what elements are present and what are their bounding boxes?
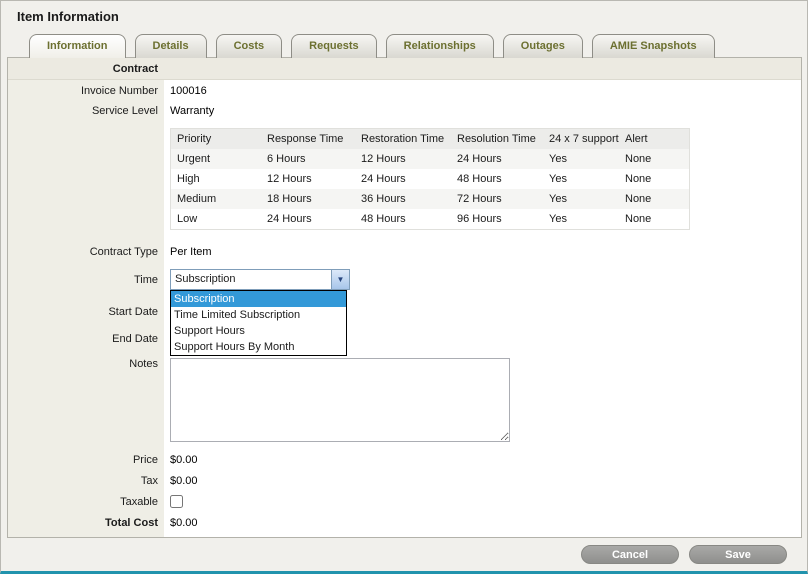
chevron-down-icon[interactable]: ▼: [331, 270, 349, 289]
service-level-row: Service Level Warranty: [8, 105, 801, 117]
table-cell: Low: [171, 209, 261, 229]
tax-value: $0.00: [170, 475, 198, 487]
save-button[interactable]: Save: [689, 545, 787, 564]
table-cell: Urgent: [171, 149, 261, 169]
service-level-value: Warranty: [170, 105, 214, 117]
invoice-number-label: Invoice Number: [8, 85, 158, 97]
sla-header-response: Response Time: [261, 129, 355, 149]
price-value: $0.00: [170, 454, 198, 466]
table-row: Urgent 6 Hours 12 Hours 24 Hours Yes Non…: [171, 149, 689, 169]
sla-table-header-row: Priority Response Time Restoration Time …: [171, 129, 689, 149]
time-row: Time Subscription ▼: [8, 269, 801, 290]
tab-costs[interactable]: Costs: [216, 34, 283, 58]
tab-amie-snapshots[interactable]: AMIE Snapshots: [592, 34, 715, 58]
table-cell: 36 Hours: [355, 189, 451, 209]
total-cost-row: Total Cost $0.00: [8, 517, 801, 529]
table-cell: 24 Hours: [355, 169, 451, 189]
contract-type-label: Contract Type: [8, 246, 158, 258]
page-title: Item Information: [17, 9, 119, 24]
sla-header-resolution: Resolution Time: [451, 129, 543, 149]
tab-details[interactable]: Details: [135, 34, 207, 58]
tab-requests[interactable]: Requests: [291, 34, 377, 58]
time-select[interactable]: Subscription ▼: [170, 269, 350, 290]
table-row: High 12 Hours 24 Hours 48 Hours Yes None: [171, 169, 689, 189]
taxable-row: Taxable: [8, 495, 801, 508]
contract-type-row: Contract Type Per Item: [8, 246, 801, 258]
tax-row: Tax $0.00: [8, 475, 801, 487]
service-level-label: Service Level: [8, 105, 158, 117]
table-row: Low 24 Hours 48 Hours 96 Hours Yes None: [171, 209, 689, 229]
sla-table: Priority Response Time Restoration Time …: [170, 128, 690, 230]
taxable-checkbox[interactable]: [170, 495, 183, 508]
dropdown-option[interactable]: Time Limited Subscription: [171, 307, 346, 323]
notes-label: Notes: [8, 358, 158, 370]
notes-textarea[interactable]: [170, 358, 510, 442]
tab-outages[interactable]: Outages: [503, 34, 583, 58]
contract-type-value: Per Item: [170, 246, 212, 258]
table-cell: 48 Hours: [451, 169, 543, 189]
tab-relationships[interactable]: Relationships: [386, 34, 494, 58]
table-cell: None: [619, 209, 691, 229]
table-cell: High: [171, 169, 261, 189]
table-cell: 24 Hours: [451, 149, 543, 169]
invoice-number-row: Invoice Number 100016: [8, 85, 801, 97]
notes-row: Notes: [8, 358, 801, 442]
time-label: Time: [8, 274, 158, 286]
table-cell: Yes: [543, 189, 619, 209]
contract-form-panel: Contract Invoice Number 100016 Service L…: [7, 57, 802, 538]
start-date-row: Start Date: [8, 306, 801, 318]
total-cost-value: $0.00: [170, 517, 198, 529]
invoice-number-value: 100016: [170, 85, 207, 97]
table-cell: 12 Hours: [261, 169, 355, 189]
sla-header-restoration: Restoration Time: [355, 129, 451, 149]
contract-section-header: Contract: [8, 58, 801, 80]
sla-header-alert: Alert: [619, 129, 691, 149]
table-cell: None: [619, 169, 691, 189]
table-cell: 6 Hours: [261, 149, 355, 169]
table-cell: Medium: [171, 189, 261, 209]
total-cost-label: Total Cost: [8, 517, 158, 529]
table-cell: None: [619, 189, 691, 209]
price-row: Price $0.00: [8, 454, 801, 466]
table-cell: None: [619, 149, 691, 169]
start-date-label: Start Date: [8, 306, 158, 318]
time-select-value: Subscription: [171, 270, 331, 289]
table-cell: 72 Hours: [451, 189, 543, 209]
end-date-row: End Date: [8, 333, 801, 345]
price-label: Price: [8, 454, 158, 466]
end-date-label: End Date: [8, 333, 158, 345]
table-cell: 48 Hours: [355, 209, 451, 229]
sla-header-support: 24 x 7 support: [543, 129, 619, 149]
cancel-button[interactable]: Cancel: [581, 545, 679, 564]
table-cell: 12 Hours: [355, 149, 451, 169]
contract-section-label: Contract: [8, 58, 158, 80]
table-row: Medium 18 Hours 36 Hours 72 Hours Yes No…: [171, 189, 689, 209]
tab-information[interactable]: Information: [29, 34, 126, 58]
taxable-label: Taxable: [8, 496, 158, 508]
dropdown-option[interactable]: Support Hours: [171, 323, 346, 339]
table-cell: Yes: [543, 149, 619, 169]
time-dropdown-list: Subscription Time Limited Subscription S…: [170, 290, 347, 356]
item-information-window: Item Information Information Details Cos…: [0, 0, 808, 574]
table-cell: Yes: [543, 169, 619, 189]
sla-header-priority: Priority: [171, 129, 261, 149]
table-cell: Yes: [543, 209, 619, 229]
table-cell: 18 Hours: [261, 189, 355, 209]
tax-label: Tax: [8, 475, 158, 487]
table-cell: 24 Hours: [261, 209, 355, 229]
table-cell: 96 Hours: [451, 209, 543, 229]
dropdown-option[interactable]: Subscription: [171, 291, 346, 307]
dropdown-option[interactable]: Support Hours By Month: [171, 339, 346, 355]
tab-bar: Information Details Costs Requests Relat…: [29, 34, 715, 58]
